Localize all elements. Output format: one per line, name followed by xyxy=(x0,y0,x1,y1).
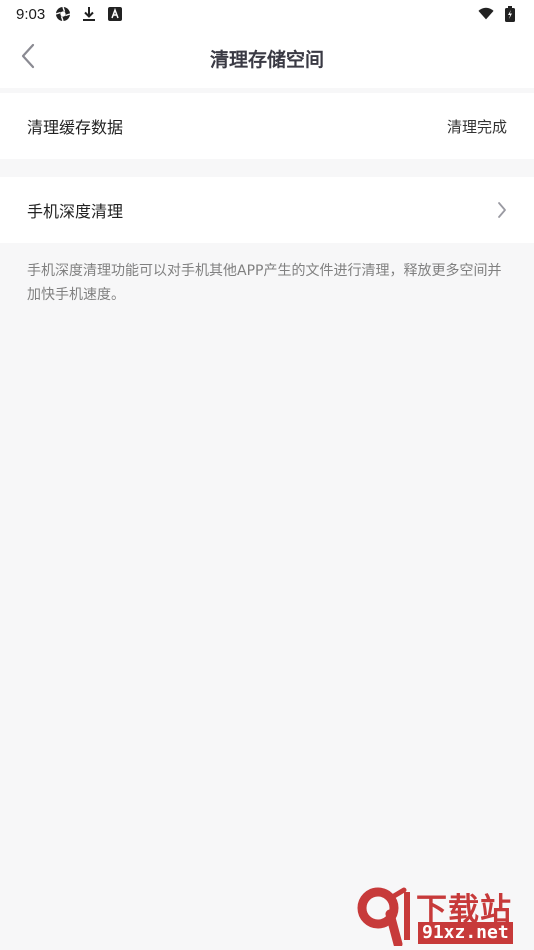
watermark-logo-icon xyxy=(354,884,416,949)
clear-cache-label: 清理缓存数据 xyxy=(27,118,124,137)
battery-icon xyxy=(502,6,518,22)
wifi-icon xyxy=(478,6,494,22)
status-bar: 9:03 xyxy=(0,0,534,28)
chevron-left-icon xyxy=(20,43,36,73)
status-left: 9:03 xyxy=(16,6,123,23)
aperture-icon xyxy=(55,6,71,22)
clear-cache-row[interactable]: 清理缓存数据 清理完成 xyxy=(0,93,534,159)
deep-clean-row[interactable]: 手机深度清理 xyxy=(0,177,534,243)
status-right xyxy=(478,6,518,22)
watermark: 下载站 91xz.net xyxy=(354,882,530,949)
status-time: 9:03 xyxy=(16,5,46,23)
page-title: 清理存储空间 xyxy=(209,48,324,71)
download-icon xyxy=(81,6,97,22)
clear-cache-status: 清理完成 xyxy=(446,117,507,136)
nav-bar: 清理存储空间 xyxy=(0,28,534,88)
font-icon xyxy=(107,6,123,22)
deep-clean-label: 手机深度清理 xyxy=(27,202,124,221)
watermark-domain: 91xz.net xyxy=(418,922,513,944)
chevron-right-icon xyxy=(497,201,507,219)
back-button[interactable] xyxy=(10,42,46,74)
deep-clean-description: 手机深度清理功能可以对手机其他APP产生的文件进行清理，释放更多空间并加快手机速… xyxy=(27,263,502,303)
